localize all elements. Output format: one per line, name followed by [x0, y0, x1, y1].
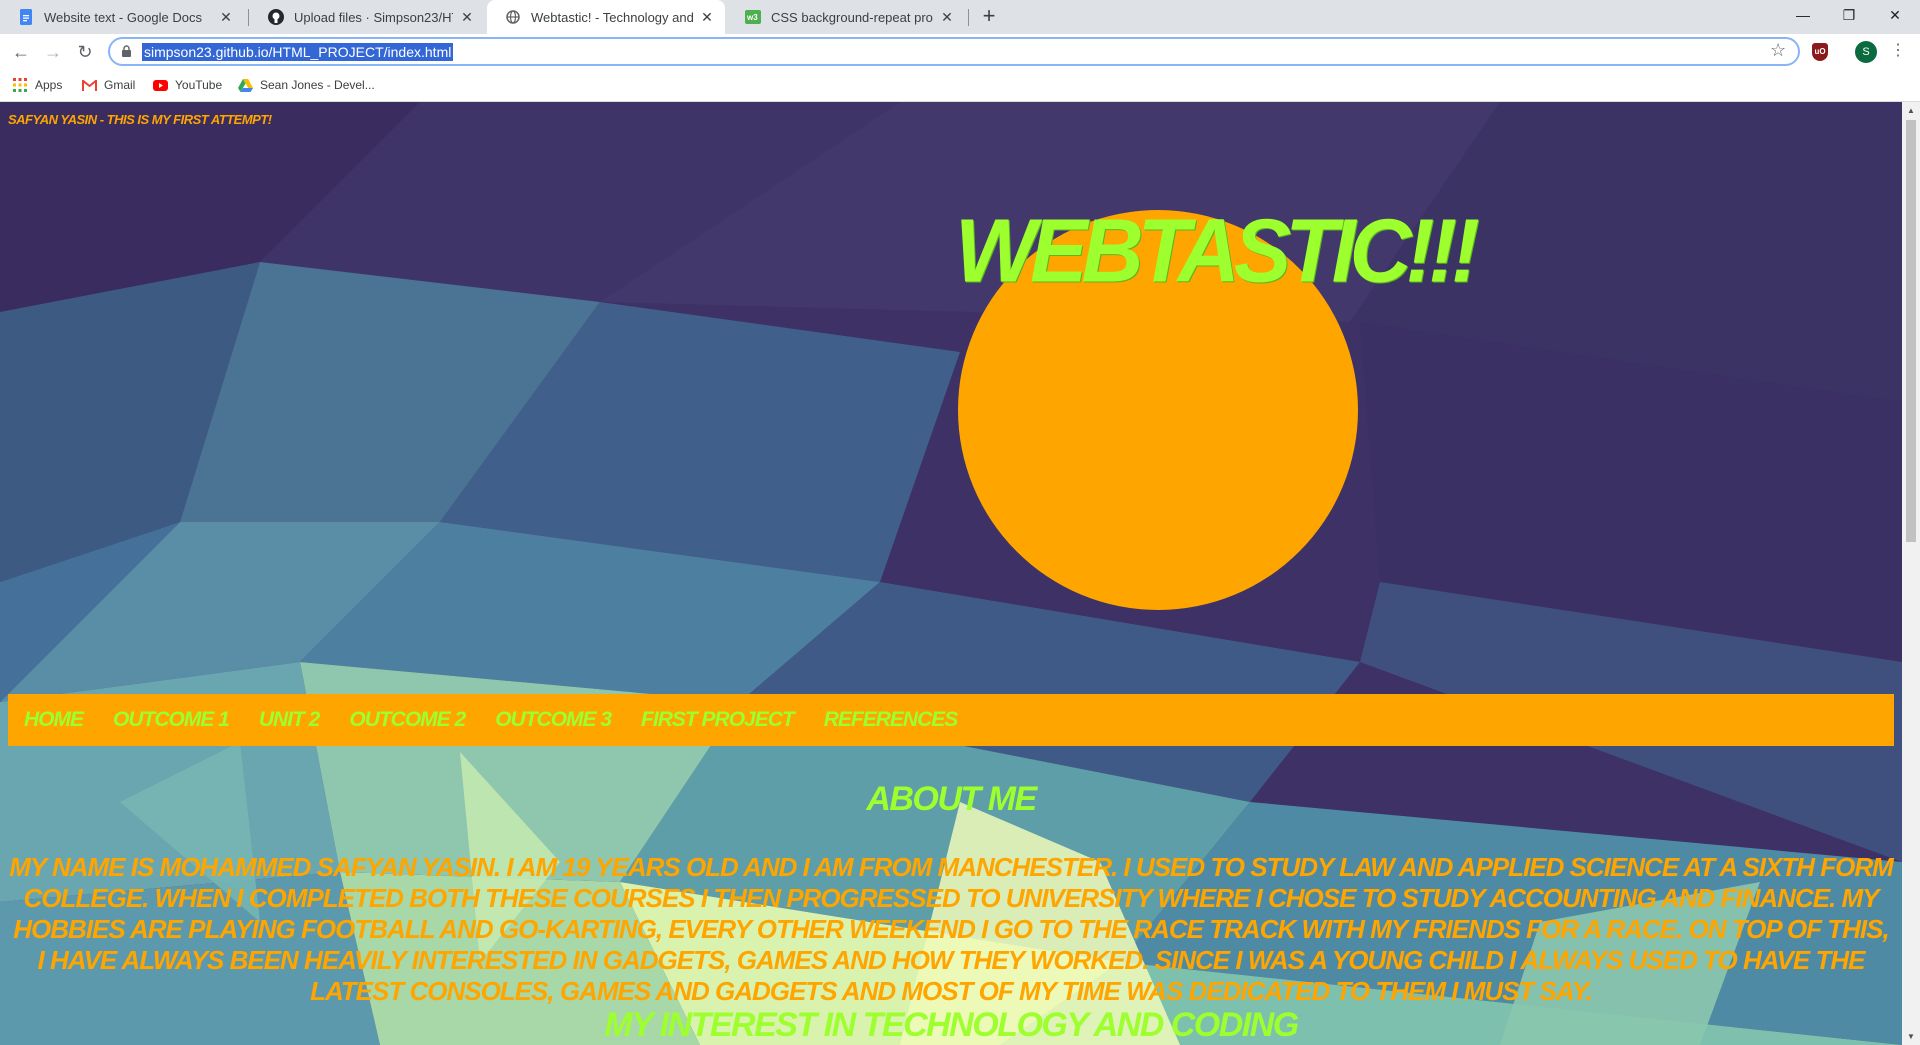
tab-divider	[968, 9, 969, 26]
scrollbar-thumb[interactable]	[1906, 120, 1916, 542]
bookmark-label: Apps	[35, 78, 63, 92]
main-nav: HOME OUTCOME 1 UNIT 2 OUTCOME 2 OUTCOME …	[8, 694, 1894, 746]
restore-button[interactable]: ❐	[1826, 0, 1872, 30]
bookmark-star-icon[interactable]: ☆	[1770, 40, 1786, 61]
gmail-icon	[81, 77, 97, 93]
bookmark-sean-jones[interactable]: Sean Jones - Devel...	[237, 77, 375, 93]
page-title: WEBTASTIC!!!	[955, 200, 1480, 302]
tab-css-background-repeat[interactable]: w3 CSS background-repeat property ✕	[727, 0, 965, 34]
bookmarks-bar: Apps Gmail YouTube Sean Jones - Devel...	[0, 70, 1920, 102]
bookmark-label: YouTube	[175, 78, 223, 92]
tab-divider	[248, 9, 249, 26]
nav-first-project[interactable]: FIRST PROJECT	[641, 708, 795, 732]
ublock-extension-icon[interactable]: uO	[1812, 43, 1828, 61]
new-tab-button[interactable]: +	[976, 4, 1002, 30]
apps-grid-icon	[12, 77, 28, 93]
about-me-text: My name is Mohammed Safyan Yasin. I am 1…	[9, 852, 1894, 1006]
menu-icon[interactable]: ⋮	[1890, 40, 1906, 60]
nav-unit-2[interactable]: UNIT 2	[259, 708, 321, 732]
top-note: Safyan Yasin - This is my first attempt!	[8, 112, 272, 127]
bookmark-youtube[interactable]: YouTube	[152, 77, 222, 93]
forward-button[interactable]: →	[40, 40, 66, 64]
bookmark-apps[interactable]: Apps	[12, 77, 62, 93]
address-bar[interactable]: simpson23.github.io/HTML_PROJECT/index.h…	[108, 37, 1800, 66]
svg-text:w3: w3	[746, 13, 758, 22]
tab-title: CSS background-repeat property	[771, 9, 933, 25]
browser-toolbar: ← → ↻ simpson23.github.io/HTML_PROJECT/i…	[0, 34, 1920, 70]
interest-heading: MY INTEREST IN TECHNOLOGY AND CODING	[604, 1006, 1299, 1044]
close-window-button[interactable]: ✕	[1872, 0, 1918, 30]
browser-chrome: Website text - Google Docs ✕ Upload file…	[0, 0, 1920, 102]
close-icon[interactable]: ✕	[459, 9, 475, 26]
tab-strip: Website text - Google Docs ✕ Upload file…	[0, 0, 1920, 34]
profile-avatar[interactable]: S	[1855, 41, 1877, 63]
about-me-heading: ABOUT ME	[866, 780, 1037, 818]
globe-icon	[505, 9, 521, 25]
nav-home[interactable]: HOME	[24, 708, 84, 732]
bookmark-label: Sean Jones - Devel...	[260, 78, 375, 92]
tab-title: Upload files · Simpson23/HTML_	[294, 9, 453, 25]
w3schools-icon: w3	[745, 9, 761, 25]
page-scrollbar[interactable]: ▲ ▼	[1902, 102, 1920, 1045]
tab-webtastic[interactable]: Webtastic! - Technology and Cod ✕	[487, 0, 725, 34]
back-button[interactable]: ←	[8, 40, 34, 64]
address-url[interactable]: simpson23.github.io/HTML_PROJECT/index.h…	[142, 43, 454, 61]
tab-title: Website text - Google Docs	[44, 9, 202, 25]
bookmark-gmail[interactable]: Gmail	[81, 77, 135, 93]
nav-outcome-3[interactable]: OUTCOME 3	[495, 708, 612, 732]
lock-icon	[122, 45, 131, 57]
github-icon	[268, 9, 284, 25]
page-viewport: Safyan Yasin - This is my first attempt!…	[0, 102, 1902, 1045]
minimize-button[interactable]: —	[1780, 0, 1826, 30]
nav-outcome-2[interactable]: OUTCOME 2	[349, 708, 466, 732]
reload-button[interactable]: ↻	[72, 40, 98, 64]
close-icon[interactable]: ✕	[699, 9, 715, 26]
scroll-down-arrow-icon[interactable]: ▼	[1907, 1032, 1915, 1041]
close-icon[interactable]: ✕	[218, 9, 234, 26]
tab-github-upload[interactable]: Upload files · Simpson23/HTML_ ✕	[250, 0, 485, 34]
tab-google-docs[interactable]: Website text - Google Docs ✕	[0, 0, 244, 34]
google-docs-icon	[18, 9, 34, 25]
nav-outcome-1[interactable]: OUTCOME 1	[113, 708, 230, 732]
youtube-icon	[152, 77, 168, 93]
close-icon[interactable]: ✕	[939, 9, 955, 26]
tab-title: Webtastic! - Technology and Cod	[531, 9, 693, 25]
scroll-up-arrow-icon[interactable]: ▲	[1907, 106, 1915, 115]
bookmark-label: Gmail	[104, 78, 136, 92]
nav-references[interactable]: REFERENCES	[824, 708, 959, 732]
google-drive-icon	[237, 77, 253, 93]
